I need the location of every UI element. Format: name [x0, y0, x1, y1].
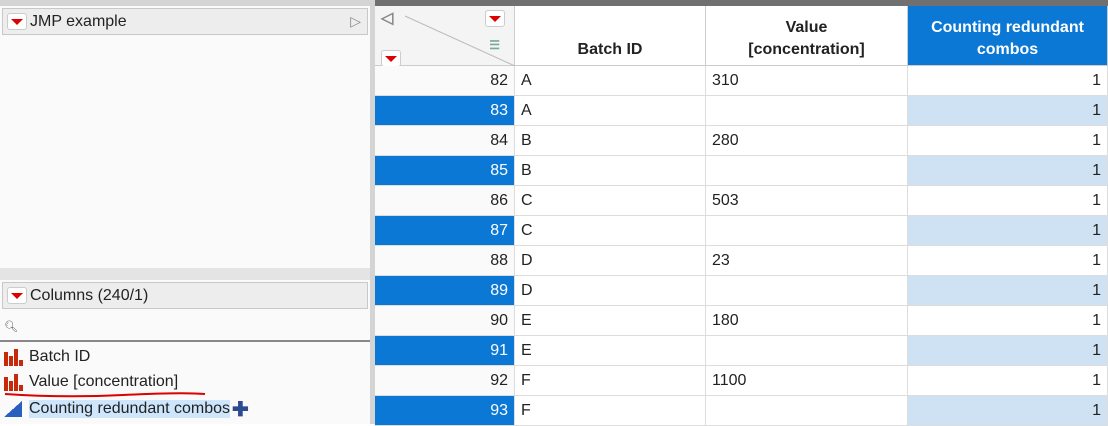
cell-batch-id[interactable]: E: [515, 306, 706, 336]
cell-count[interactable]: 1: [908, 246, 1108, 276]
row-number[interactable]: 92: [375, 366, 515, 396]
cell-count[interactable]: 1: [908, 366, 1108, 396]
cell-batch-id[interactable]: B: [515, 126, 706, 156]
cell-value[interactable]: 23: [706, 246, 908, 276]
cell-batch-id[interactable]: B: [515, 156, 706, 186]
top-bar: [0, 0, 370, 6]
cell-count[interactable]: 1: [908, 156, 1108, 186]
row-number[interactable]: 85: [375, 156, 515, 186]
cell-batch-id[interactable]: F: [515, 366, 706, 396]
cell-count[interactable]: 1: [908, 126, 1108, 156]
row-number[interactable]: 87: [375, 216, 515, 246]
header-value[interactable]: Value [concentration]: [706, 6, 908, 66]
table-row[interactable]: 92 F 1100 1: [375, 366, 1108, 396]
row-number[interactable]: 88: [375, 246, 515, 276]
row-number[interactable]: 84: [375, 126, 515, 156]
cell-batch-id[interactable]: D: [515, 276, 706, 306]
cell-value[interactable]: 180: [706, 306, 908, 336]
cell-count[interactable]: 1: [908, 186, 1108, 216]
table-row[interactable]: 82 A 310 1: [375, 66, 1108, 96]
columns-count: Columns (240/1): [30, 286, 149, 304]
cell-count[interactable]: 1: [908, 66, 1108, 96]
cell-count[interactable]: 1: [908, 96, 1108, 126]
table-row[interactable]: 84 B 280 1: [375, 126, 1108, 156]
column-name: Counting redundant combos: [29, 400, 231, 418]
table-row[interactable]: 86 C 503 1: [375, 186, 1108, 216]
cell-batch-id[interactable]: D: [515, 246, 706, 276]
row-number[interactable]: 89: [375, 276, 515, 306]
table-row[interactable]: 89 D 1: [375, 276, 1108, 306]
row-number[interactable]: 93: [375, 396, 515, 426]
continuous-icon: [4, 401, 22, 417]
header-label: Value [concentration]: [748, 19, 865, 58]
red-triangle-menu-icon[interactable]: [7, 13, 27, 30]
column-name: Batch ID: [29, 348, 91, 365]
cell-batch-id[interactable]: A: [515, 96, 706, 126]
nominal-bar-icon: [4, 373, 24, 391]
search-icon: 🔍︎: [4, 320, 18, 333]
row-number[interactable]: 86: [375, 186, 515, 216]
column-name: Value [concentration]: [29, 373, 179, 390]
table-row[interactable]: 90 E 180 1: [375, 306, 1108, 336]
header-label: Counting redundant combos: [931, 19, 1084, 58]
table-row[interactable]: 91 E 1: [375, 336, 1108, 366]
table-row[interactable]: 87 C 1: [375, 216, 1108, 246]
cell-batch-id[interactable]: C: [515, 216, 706, 246]
cell-value[interactable]: 503: [706, 186, 908, 216]
row-number[interactable]: 90: [375, 306, 515, 336]
header-batch-id[interactable]: Batch ID: [515, 6, 706, 66]
table-row[interactable]: 85 B 1: [375, 156, 1108, 186]
cell-value[interactable]: [706, 336, 908, 366]
cell-value[interactable]: 1100: [706, 366, 908, 396]
cell-count[interactable]: 1: [908, 396, 1108, 426]
table-row[interactable]: 88 D 23 1: [375, 246, 1108, 276]
cell-count[interactable]: 1: [908, 336, 1108, 366]
header-counting-selected[interactable]: Counting redundant combos: [908, 6, 1108, 66]
cell-value[interactable]: [706, 216, 908, 246]
left-panel: JMP example ▷ Columns (240/1) 🔍︎ Batch I…: [0, 0, 370, 424]
cell-count[interactable]: 1: [908, 276, 1108, 306]
cell-value[interactable]: [706, 396, 908, 426]
cell-batch-id[interactable]: E: [515, 336, 706, 366]
cell-value[interactable]: [706, 96, 908, 126]
row-number[interactable]: 82: [375, 66, 515, 96]
columns-panel-header[interactable]: Columns (240/1): [2, 282, 368, 309]
row-number[interactable]: 91: [375, 336, 515, 366]
cell-value[interactable]: [706, 276, 908, 306]
data-table: ◁ ☰ Batch ID Value [concentration] Count…: [375, 0, 1108, 426]
row-header-corner: ◁ ☰: [375, 6, 515, 67]
cell-count[interactable]: 1: [908, 306, 1108, 336]
cell-batch-id[interactable]: A: [515, 66, 706, 96]
table-title: JMP example: [30, 12, 127, 30]
header-label: Batch ID: [577, 41, 643, 58]
nominal-bar-icon: [4, 348, 24, 366]
cell-batch-id[interactable]: C: [515, 186, 706, 216]
table-panel-header[interactable]: JMP example ▷: [2, 8, 368, 35]
column-search-input[interactable]: 🔍︎: [0, 312, 370, 342]
cell-batch-id[interactable]: F: [515, 396, 706, 426]
red-triangle-menu-icon[interactable]: [7, 287, 27, 304]
plus-icon[interactable]: ✚: [232, 397, 249, 422]
cell-value[interactable]: 280: [706, 126, 908, 156]
table-row[interactable]: 83 A 1: [375, 96, 1108, 126]
table-row[interactable]: 93 F 1: [375, 396, 1108, 426]
cell-value[interactable]: [706, 156, 908, 186]
collapse-arrow-icon[interactable]: ▷: [350, 13, 361, 30]
column-item-selected[interactable]: Counting redundant combos ✚: [4, 397, 249, 421]
column-item[interactable]: Batch ID: [4, 345, 90, 369]
panel-separator[interactable]: [0, 268, 370, 280]
row-number[interactable]: 83: [375, 96, 515, 126]
cell-value[interactable]: 310: [706, 66, 908, 96]
corner-diagonal: [404, 15, 515, 66]
cell-count[interactable]: 1: [908, 216, 1108, 246]
